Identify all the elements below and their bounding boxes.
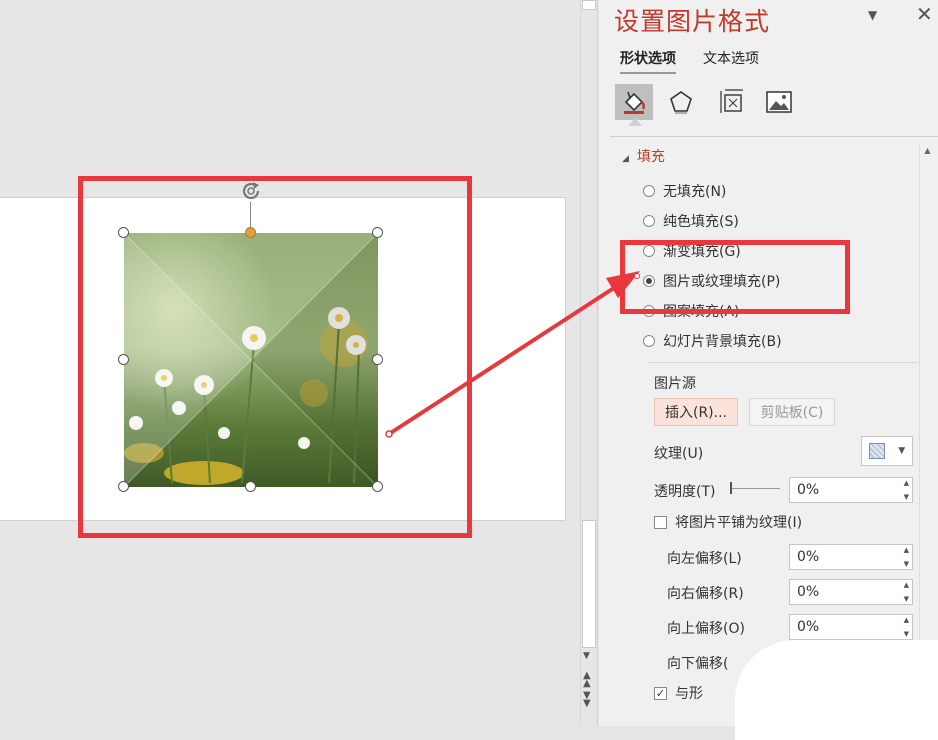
- chevron-down-icon[interactable]: ▼: [868, 8, 877, 22]
- effects-icon[interactable]: [662, 84, 700, 120]
- texture-label: 纹理(U): [654, 446, 704, 462]
- tile-picture-label: 将图片平铺为纹理(I): [675, 515, 803, 531]
- next-slide-icon[interactable]: ▼ ▼: [583, 691, 591, 709]
- spin-up-icon[interactable]: ▲: [904, 581, 909, 589]
- tile-picture-checkbox[interactable]: [654, 515, 667, 529]
- radio-slide-background-fill[interactable]: 幻灯片背景填充(B): [643, 331, 782, 351]
- transparency-input[interactable]: 0% ▲ ▼: [789, 477, 913, 503]
- texture-dropdown[interactable]: ▼: [861, 436, 913, 466]
- spin-up-icon[interactable]: ▲: [904, 546, 909, 554]
- section-divider: [648, 362, 918, 363]
- transparency-label: 透明度(T): [654, 484, 716, 500]
- spin-up-icon[interactable]: ▲: [904, 616, 909, 624]
- spin-value: 0%: [797, 549, 820, 565]
- spin-down-icon[interactable]: ▼: [904, 595, 909, 603]
- scroll-down-icon[interactable]: ▼: [583, 651, 590, 661]
- fill-section-header[interactable]: ◢ 填充: [622, 146, 665, 166]
- overlay-blob: [735, 640, 938, 740]
- rotate-with-shape-label: 与形: [675, 686, 703, 702]
- spin-down-icon[interactable]: ▼: [904, 493, 909, 501]
- offset-top-label: 向上偏移(O): [667, 621, 745, 637]
- spin-value: 0%: [797, 584, 820, 600]
- tab-text-options[interactable]: 文本选项: [703, 48, 759, 68]
- offset-left-label: 向左偏移(L): [667, 551, 742, 567]
- offset-bottom-label: 向下偏移(: [667, 656, 729, 672]
- annotation-box-option: [620, 240, 850, 314]
- pane-scrollbar[interactable]: [919, 145, 936, 665]
- fill-line-icon[interactable]: [615, 84, 653, 120]
- transparency-slider-handle[interactable]: [730, 482, 732, 494]
- spin-up-icon[interactable]: ▲: [904, 479, 909, 487]
- main-scrollbar-top-segment[interactable]: [582, 0, 596, 10]
- rotate-with-shape-checkbox[interactable]: ✓: [654, 686, 667, 700]
- offset-top-input[interactable]: 0% ▲ ▼: [789, 614, 913, 640]
- radio-solid-fill[interactable]: 纯色填充(S): [643, 211, 739, 231]
- offset-right-input[interactable]: 0% ▲ ▼: [789, 579, 913, 605]
- texture-swatch-icon: [868, 443, 885, 459]
- tab-shape-options[interactable]: 形状选项: [620, 48, 676, 74]
- rotate-with-shape-checkbox-row[interactable]: ✓ 与形: [654, 683, 703, 703]
- pane-divider: [610, 136, 938, 137]
- radio-button[interactable]: [643, 185, 655, 197]
- radio-label: 幻灯片背景填充(B): [663, 334, 782, 350]
- radio-label: 纯色填充(S): [663, 214, 739, 230]
- main-scrollbar-thumb[interactable]: [582, 520, 596, 648]
- size-properties-icon[interactable]: [713, 84, 751, 120]
- radio-no-fill[interactable]: 无填充(N): [643, 181, 726, 201]
- radio-label: 无填充(N): [663, 184, 727, 200]
- close-icon[interactable]: ✕: [916, 2, 933, 26]
- insert-button[interactable]: 插入(R)...: [654, 398, 738, 426]
- tile-picture-checkbox-row[interactable]: 将图片平铺为纹理(I): [654, 512, 802, 532]
- previous-slide-icon[interactable]: ▲ ▲: [583, 671, 591, 689]
- spin-down-icon[interactable]: ▼: [904, 560, 909, 568]
- transparency-slider[interactable]: [730, 488, 780, 489]
- pane-title: 设置图片格式: [614, 7, 771, 36]
- spin-down-icon[interactable]: ▼: [904, 630, 909, 638]
- radio-button[interactable]: [643, 335, 655, 347]
- chevron-down-icon: ▼: [898, 446, 906, 456]
- spin-value: 0%: [797, 482, 820, 498]
- offset-left-input[interactable]: 0% ▲ ▼: [789, 544, 913, 570]
- clipboard-button[interactable]: 剪贴板(C): [749, 398, 835, 426]
- picture-icon[interactable]: [760, 84, 798, 120]
- annotation-box-picture: [78, 176, 472, 538]
- offset-right-label: 向右偏移(R): [667, 586, 744, 602]
- picture-source-label: 图片源: [654, 376, 696, 392]
- scroll-up-icon[interactable]: ▲: [920, 146, 935, 160]
- radio-button[interactable]: [643, 215, 655, 227]
- collapse-triangle-icon: ◢: [622, 154, 629, 164]
- active-tool-indicator: [628, 118, 642, 126]
- spin-value: 0%: [797, 619, 820, 635]
